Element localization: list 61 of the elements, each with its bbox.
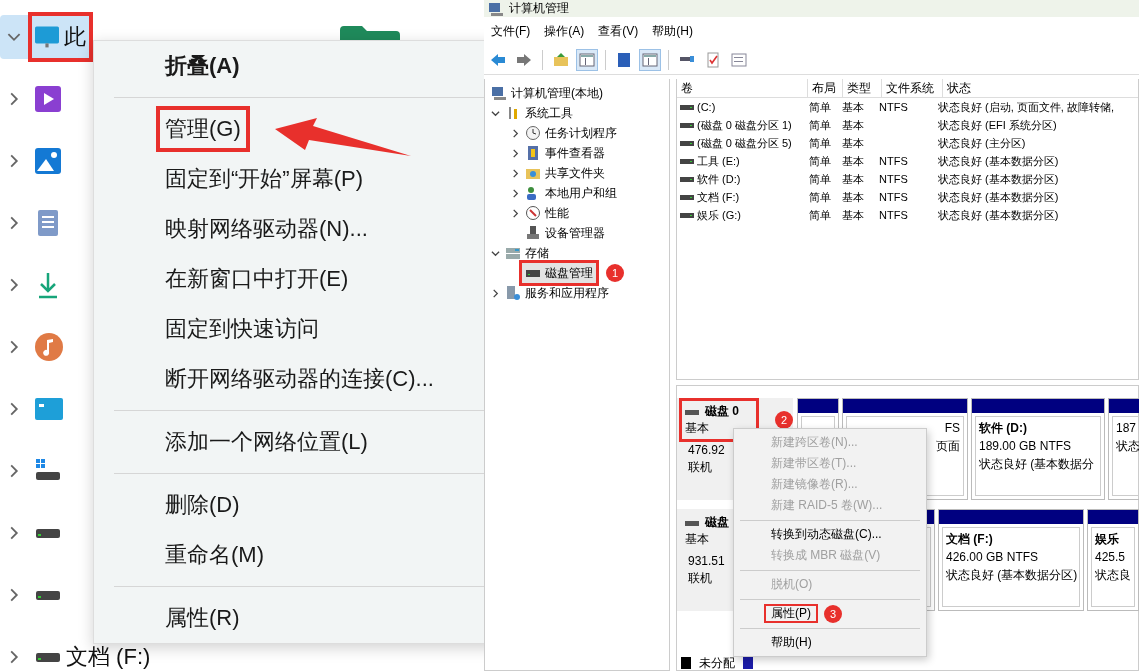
table-cell: 简单 xyxy=(809,171,831,187)
partition-info: FS xyxy=(944,420,960,437)
disk-type: 基本 xyxy=(685,420,710,437)
table-cell: 基本 xyxy=(842,135,864,151)
table-cell: 简单 xyxy=(809,135,831,151)
partition-info: 189.00 GB NTFS xyxy=(979,438,1072,455)
table-cell: (磁盘 0 磁盘分区 5) xyxy=(697,135,792,151)
table-cell: 文档 (F:) xyxy=(697,189,740,205)
table-cell: 状态良好 (基本数据分区) xyxy=(938,207,1059,223)
table-cell: 软件 (D:) xyxy=(697,171,741,187)
table-cell: NTFS xyxy=(879,101,908,113)
table-cell: 娱乐 (G:) xyxy=(697,207,741,223)
table-cell: 基本 xyxy=(842,153,864,169)
step-badge: 1 xyxy=(606,264,624,282)
disk-name: 磁盘 0 xyxy=(705,403,739,420)
table-cell: 状态良好 (基本数据分区) xyxy=(938,189,1059,205)
partition-info: 状态良好 (基本数据分区) xyxy=(946,567,1078,584)
partition-label: 软件 (D:) xyxy=(979,420,1027,437)
table-cell: 简单 xyxy=(809,153,831,169)
table-cell: 基本 xyxy=(842,99,864,115)
table-cell: NTFS xyxy=(879,155,908,167)
table-cell: 状态良好 (EFI 系统分区) xyxy=(938,117,1057,133)
step-badge: 3 xyxy=(824,604,842,623)
table-cell: (磁盘 0 磁盘分区 1) xyxy=(697,117,792,133)
step-badge: 2 xyxy=(775,411,793,429)
table-cell: 工具 (E:) xyxy=(697,153,740,169)
nav-label: 此 xyxy=(64,24,86,50)
table-cell: 简单 xyxy=(809,207,831,223)
table-cell: NTFS xyxy=(879,209,908,221)
disk-name: 磁盘 xyxy=(705,514,729,531)
partition-label: 娱乐 xyxy=(1095,531,1119,548)
table-cell: 简单 xyxy=(809,189,831,205)
table-cell: 基本 xyxy=(842,189,864,205)
partition-info: 426.00 GB NTFS xyxy=(946,549,1039,566)
table-cell: 基本 xyxy=(842,171,864,187)
disk-size: 476.92 xyxy=(687,442,725,459)
table-cell: NTFS xyxy=(879,191,908,203)
partition-label: 文档 (F:) xyxy=(946,531,993,548)
table-cell: 状态良好 (基本数据分区) xyxy=(938,153,1059,169)
disk-type: 基本 xyxy=(685,531,710,548)
table-cell: 简单 xyxy=(809,117,831,133)
table-cell: 状态良好 (启动, 页面文件, 故障转储, xyxy=(938,99,1114,115)
table-cell: (C:) xyxy=(697,101,716,113)
table-cell: 基本 xyxy=(842,117,864,133)
partition-info: 425.5 xyxy=(1095,549,1126,566)
table-cell: 状态良好 (基本数据分区) xyxy=(938,171,1059,187)
disk-size: 931.51 xyxy=(687,553,725,570)
disk-status: 联机 xyxy=(687,570,712,587)
partition-info: 状态良 xyxy=(1095,567,1131,584)
table-cell: 简单 xyxy=(809,99,831,115)
legend-label: 未分配 xyxy=(699,654,735,671)
partition-info: 状态良好 (基本数据分 xyxy=(979,456,1095,473)
table-cell: NTFS xyxy=(879,173,908,185)
disk-status: 联机 xyxy=(687,459,712,476)
window-title: 计算机管理 xyxy=(509,0,569,17)
nav-label: 文档 (F:) xyxy=(66,644,151,670)
table-cell: 基本 xyxy=(842,207,864,223)
table-cell: 状态良好 (主分区) xyxy=(938,135,1026,151)
partition-info: 187 xyxy=(1116,420,1137,437)
partition-info: 页面 xyxy=(936,438,960,455)
partition-info: 状态 xyxy=(1116,438,1139,455)
